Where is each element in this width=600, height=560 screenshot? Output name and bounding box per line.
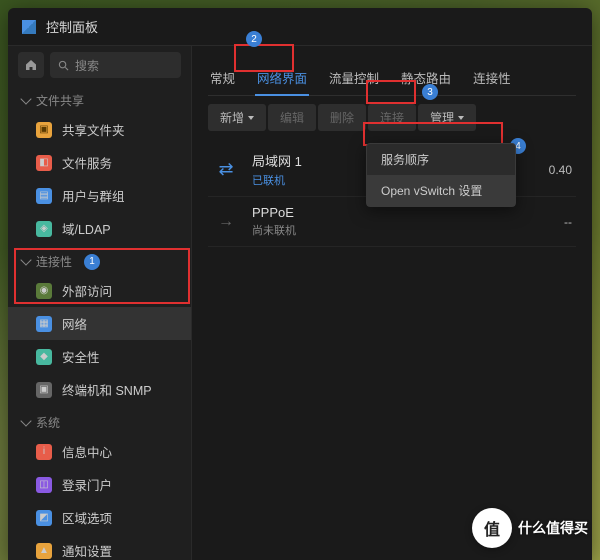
search-icon (58, 60, 69, 71)
toolbar: 新增 编辑 删除 连接 管理 (208, 96, 576, 139)
watermark: 值 什么值得买 (472, 508, 588, 548)
lan-icon: ⇄ (212, 158, 240, 182)
section-header-fileshare[interactable]: 文件共享 (8, 84, 191, 113)
shield-icon: ◆ (36, 349, 52, 365)
section-header-connectivity[interactable]: 连接性 1 (8, 245, 191, 274)
main-area: 搜索 文件共享 ▣共享文件夹 ◧文件服务 ▤用户与群组 ◈域/LDAP 连接性 … (8, 46, 592, 560)
chevron-down-icon (20, 93, 31, 104)
interface-status: 尚未联机 (252, 222, 500, 238)
interface-ip: 0.40 (512, 163, 572, 177)
home-button[interactable] (18, 52, 44, 78)
sidebar-item-notification[interactable]: ▲通知设置 (8, 534, 191, 560)
tab-connectivity[interactable]: 连接性 (471, 60, 513, 95)
sidebar-item-shared-folder[interactable]: ▣共享文件夹 (8, 113, 191, 146)
edit-button[interactable]: 编辑 (268, 104, 316, 131)
manage-button[interactable]: 管理 (418, 104, 476, 131)
interface-name: PPPoE (252, 205, 500, 220)
chevron-down-icon (20, 415, 31, 426)
sidebar-item-security[interactable]: ◆安全性 (8, 340, 191, 373)
app-icon (22, 20, 36, 34)
sidebar-header: 搜索 (8, 46, 191, 84)
connect-button[interactable]: 连接 (368, 104, 416, 131)
sidebar-item-file-service[interactable]: ◧文件服务 (8, 146, 191, 179)
sidebar-item-regional[interactable]: ◩区域选项 (8, 501, 191, 534)
home-icon (25, 59, 37, 71)
pppoe-icon: → (212, 210, 240, 234)
watermark-icon: 值 (472, 508, 512, 548)
tab-static-route[interactable]: 静态路由 (399, 60, 453, 95)
network-icon: ▦ (36, 316, 52, 332)
folder-icon: ▣ (36, 122, 52, 138)
info-icon: i (36, 444, 52, 460)
user-icon: ▤ (36, 188, 52, 204)
add-button[interactable]: 新增 (208, 104, 266, 131)
tab-network-interface[interactable]: 网络界面 (255, 60, 309, 95)
interface-info: PPPoE 尚未联机 (252, 205, 500, 238)
sidebar-item-login-portal[interactable]: ◫登录门户 (8, 468, 191, 501)
control-panel-window: 控制面板 搜索 文件共享 ▣共享文件夹 ◧文件服务 ▤用户与群组 ◈域/LDAP (8, 8, 592, 560)
tab-bar: 常规 网络界面 流量控制 静态路由 连接性 (208, 56, 576, 96)
terminal-icon: ▣ (36, 382, 52, 398)
sidebar: 搜索 文件共享 ▣共享文件夹 ◧文件服务 ▤用户与群组 ◈域/LDAP 连接性 … (8, 46, 192, 560)
sidebar-item-users[interactable]: ▤用户与群组 (8, 179, 191, 212)
file-service-icon: ◧ (36, 155, 52, 171)
search-input[interactable]: 搜索 (50, 52, 181, 78)
bell-icon: ▲ (36, 543, 52, 559)
manage-dropdown: 服务顺序 Open vSwitch 设置 (366, 143, 516, 207)
search-placeholder: 搜索 (75, 57, 99, 74)
login-icon: ◫ (36, 477, 52, 493)
sidebar-item-info-center[interactable]: i信息中心 (8, 435, 191, 468)
window-title: 控制面板 (46, 17, 98, 36)
ldap-icon: ◈ (36, 221, 52, 237)
menu-item-ovs-settings[interactable]: Open vSwitch 设置 (367, 175, 515, 206)
sidebar-item-external-access[interactable]: ◉外部访问 (8, 274, 191, 307)
section-header-system[interactable]: 系统 (8, 406, 191, 435)
interface-list: ⇄ 局域网 1 已联机 0.40 → PPPoE 尚未联机 -- (208, 143, 576, 247)
sidebar-item-ldap[interactable]: ◈域/LDAP (8, 212, 191, 245)
globe-icon: ◉ (36, 283, 52, 299)
tab-traffic-control[interactable]: 流量控制 (327, 60, 381, 95)
annotation-badge-1: 1 (84, 254, 100, 270)
sidebar-item-network[interactable]: ▦网络 (8, 307, 191, 340)
titlebar: 控制面板 (8, 8, 592, 46)
interface-ip: -- (512, 215, 572, 229)
menu-item-service-order[interactable]: 服务顺序 (367, 144, 515, 175)
content-area: 常规 网络界面 流量控制 静态路由 连接性 新增 编辑 删除 连接 管理 ⇄ 局… (192, 46, 592, 560)
sidebar-item-terminal-snmp[interactable]: ▣终端机和 SNMP (8, 373, 191, 406)
delete-button[interactable]: 删除 (318, 104, 366, 131)
chevron-down-icon (20, 254, 31, 265)
watermark-text: 什么值得买 (518, 518, 588, 538)
region-icon: ◩ (36, 510, 52, 526)
tab-general[interactable]: 常规 (208, 60, 237, 95)
